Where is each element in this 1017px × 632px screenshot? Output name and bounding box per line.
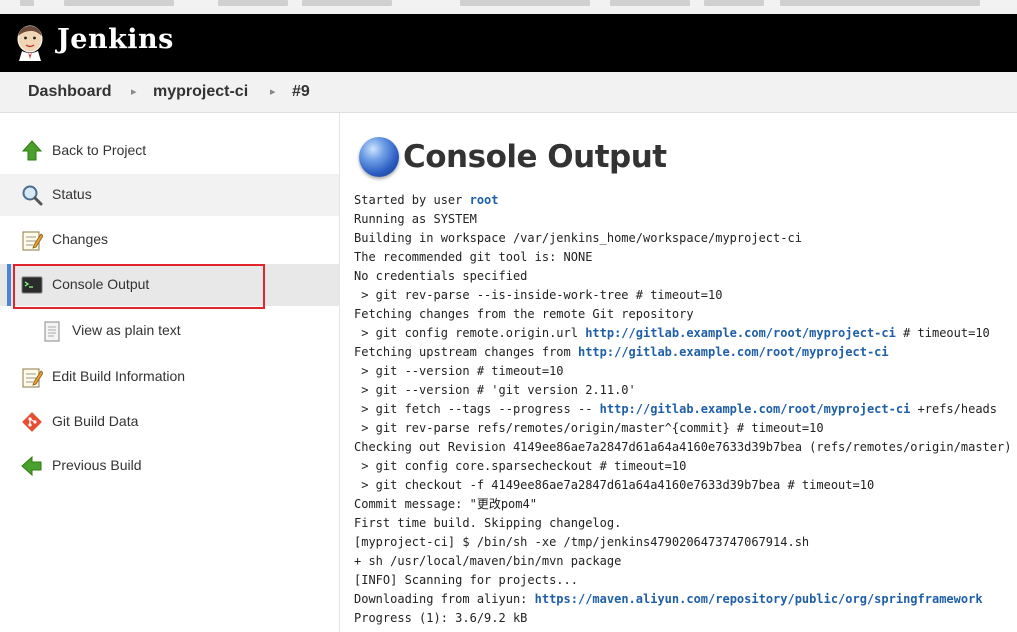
bookmark-item[interactable] [64,0,174,6]
console-text: > git config remote.origin.url [354,326,586,340]
console-line: First time build. Skipping changelog. [354,516,622,530]
breadcrumb: Dashboard ▸ myproject-ci ▸ #9 [0,72,1017,113]
document-icon [44,321,60,342]
console-line: Checking out Revision 4149ee86ae7a2847d6… [354,440,1012,454]
repo-link[interactable]: http://gitlab.example.com/root/myproject… [600,402,911,416]
console-line: > git config remote.origin.url http://gi… [354,324,1011,343]
notepad-icon [22,231,43,251]
task-status[interactable]: Status [0,174,339,216]
console-line: [myproject-ci] $ /bin/sh -xe /tmp/jenkin… [354,535,810,549]
user-link[interactable]: root [470,193,499,207]
task-label: Changes [52,231,109,247]
main-panel: Console Output Started by user root Runni… [340,113,1017,632]
breadcrumb-project[interactable]: myproject-ci [153,83,248,101]
bookmark-item[interactable] [610,0,690,6]
console-text: Started by user [354,193,470,207]
breadcrumb-build[interactable]: #9 [292,83,310,101]
side-panel: Back to Project Status Changes Console O… [0,113,340,632]
page-title: Console Output [403,139,667,175]
console-line: Progress (1): 3.6/9.2 kB [354,611,528,625]
git-icon [22,412,42,432]
console-line: Fetching changes from the remote Git rep… [354,307,694,321]
jenkins-brand-title[interactable]: Jenkins [57,24,174,55]
bookmark-icon[interactable] [20,0,34,6]
console-line: Fetching upstream changes from http://gi… [354,343,1011,362]
task-edit-build-information[interactable]: Edit Build Information [0,356,339,398]
console-line: No credentials specified [354,269,528,283]
console-text: +refs/heads [910,402,998,416]
jenkins-butler-logo-icon[interactable] [13,24,47,62]
build-status-ball-icon [359,137,399,177]
console-line: The recommended git tool is: NONE [354,250,593,264]
breadcrumb-dashboard[interactable]: Dashboard [28,83,112,101]
task-previous-build[interactable]: Previous Build [0,445,339,487]
browser-bookmark-strip [0,0,1017,14]
console-line: + sh /usr/local/maven/bin/mvn package [354,554,622,568]
bookmark-item[interactable] [780,0,980,6]
console-line: > git fetch --tags --progress -- http://… [354,400,1011,419]
console-line: > git checkout -f 4149ee86ae7a2847d61a64… [354,478,875,492]
active-indicator [7,264,11,306]
repo-link[interactable]: http://gitlab.example.com/root/myproject… [578,345,889,359]
task-label: Previous Build [52,457,142,473]
task-changes[interactable]: Changes [0,219,339,261]
repo-link[interactable]: http://gitlab.example.com/root/myproject… [585,326,896,340]
console-line: > git config core.sparsecheckout # timeo… [354,459,687,473]
task-label: Back to Project [52,142,147,158]
console-text: Fetching upstream changes from [354,345,578,359]
bookmark-item[interactable] [302,0,392,6]
chevron-right-icon[interactable]: ▸ [270,85,276,98]
console-line: [INFO] Scanning for projects... [354,573,578,587]
console-line: Started by user root [354,191,1011,210]
console-line: > git --version # timeout=10 [354,364,564,378]
task-label: Status [52,186,92,202]
console-line: > git rev-parse --is-inside-work-tree # … [354,288,723,302]
task-back-to-project[interactable]: Back to Project [0,130,339,172]
green-left-arrow-icon [21,455,42,477]
console-line: > git rev-parse refs/remotes/origin/mast… [354,421,824,435]
task-label: Git Build Data [52,413,139,429]
bookmark-item[interactable] [218,0,288,6]
console-text: Downloading from aliyun: [354,592,535,606]
console-output-log: Started by user root Running as SYSTEM Bui… [354,191,1011,628]
highlight-annotation-box [13,264,265,309]
green-up-arrow-icon [21,140,43,161]
console-text: # timeout=10 [895,326,990,340]
console-line: Running as SYSTEM [354,212,477,226]
console-line: Downloading from aliyun: https://maven.a… [354,590,1011,609]
magnifier-icon [22,185,43,206]
console-text: > git fetch --tags --progress -- [354,402,600,416]
notepad-icon [22,368,43,388]
chevron-right-icon[interactable]: ▸ [131,85,137,98]
task-git-build-data[interactable]: Git Build Data [0,401,339,443]
bookmark-item[interactable] [460,0,590,6]
task-view-plain-text[interactable]: View as plain text [0,310,339,352]
download-link[interactable]: https://maven.aliyun.com/repository/publ… [535,592,983,606]
console-line: Commit message: "更改pom4" [354,497,537,511]
jenkins-header: Jenkins [0,14,1017,72]
console-line: Building in workspace /var/jenkins_home/… [354,231,802,245]
task-label: Edit Build Information [52,368,186,384]
console-line: > git --version # 'git version 2.11.0' [354,383,636,397]
task-label: View as plain text [72,322,181,338]
bookmark-item[interactable] [704,0,764,6]
